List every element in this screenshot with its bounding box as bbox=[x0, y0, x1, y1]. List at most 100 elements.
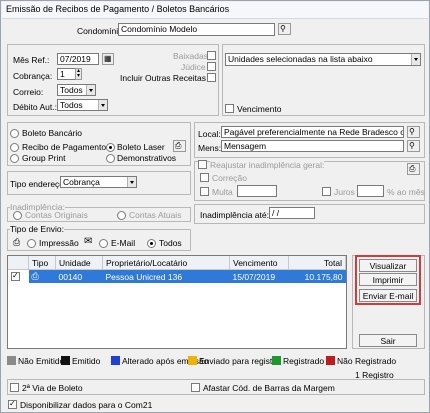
records-grid[interactable]: Tipo Unidade Proprietário/Locatário Venc… bbox=[7, 255, 347, 349]
printer-settings-icon[interactable]: ⎙ bbox=[173, 140, 186, 152]
judice-label: Júdice bbox=[181, 62, 206, 72]
calendar-button[interactable]: ▦ bbox=[102, 53, 114, 65]
disponibilizar-checkbox[interactable] bbox=[8, 399, 17, 409]
printer-settings-icon[interactable]: ⎙ bbox=[407, 163, 420, 175]
group-print-label: Group Print bbox=[22, 153, 66, 163]
segunda-via-label: 2ª Via de Boleto bbox=[22, 383, 83, 393]
unidades-value: Unidades selecionadas na lista abaixo bbox=[228, 54, 373, 64]
legend-label: Enviado para registro bbox=[199, 356, 280, 366]
multa-label: Multa bbox=[212, 187, 233, 197]
correio-value: Todos bbox=[60, 85, 83, 95]
sair-button[interactable]: Sair bbox=[359, 334, 417, 347]
mens-input[interactable]: Mensagem bbox=[221, 140, 404, 152]
total-cell: 10.175,80 bbox=[288, 269, 346, 283]
debito-value: Todos bbox=[60, 100, 83, 110]
inadimplencia-ate-input[interactable]: / / bbox=[269, 207, 315, 219]
endereco-value: Cobrança bbox=[63, 177, 100, 187]
group-print-radio[interactable] bbox=[10, 154, 19, 163]
todos-label: Todos bbox=[159, 238, 182, 248]
legend-swatch bbox=[61, 356, 70, 365]
recibo-pagamento-label: Recibo de Pagamento bbox=[22, 142, 107, 152]
afastar-checkbox[interactable] bbox=[191, 383, 200, 392]
multa-checkbox[interactable] bbox=[200, 187, 209, 196]
recibo-pagamento-radio[interactable] bbox=[10, 143, 19, 152]
endereco-select[interactable]: Cobrança bbox=[60, 176, 137, 188]
multa-input[interactable] bbox=[237, 185, 277, 197]
binoculars-icon[interactable]: ⚲ bbox=[278, 23, 291, 35]
incluir-outras-checkbox[interactable] bbox=[207, 73, 216, 82]
binoculars-icon[interactable]: ⚲ bbox=[407, 126, 420, 138]
endereco-label: Tipo endereço: bbox=[10, 179, 67, 189]
correio-select[interactable]: Todos bbox=[57, 84, 96, 96]
cobranca-spinner[interactable]: ▴ ▾ bbox=[75, 68, 82, 80]
legend-swatch bbox=[326, 356, 335, 365]
impressao-label: Impressão bbox=[39, 238, 79, 248]
unidade-cell: 00140 bbox=[55, 269, 103, 283]
legend-label: Não Emitido bbox=[18, 356, 65, 366]
contas-atuais-radio[interactable] bbox=[117, 211, 126, 220]
title-bar: Emissão de Recibos de Pagamento / Boleto… bbox=[2, 2, 428, 19]
condominio-field[interactable]: Condomínio Modelo bbox=[118, 23, 275, 36]
baixadas-label: Baixadas bbox=[173, 51, 208, 61]
table-row[interactable]: ⎙ 00140 Pessoa Unicred 136 15/07/2019 10… bbox=[8, 269, 346, 283]
legend-label: Emitido bbox=[72, 356, 101, 366]
baixadas-checkbox[interactable] bbox=[207, 51, 216, 60]
legend-label: Registrado bbox=[283, 356, 325, 366]
chevron-down-icon bbox=[86, 85, 95, 95]
imprimir-button[interactable]: Imprimir bbox=[359, 273, 417, 286]
legend-swatch bbox=[272, 356, 281, 365]
chevron-down-icon bbox=[98, 100, 107, 110]
column-header[interactable]: Tipo bbox=[28, 256, 56, 270]
emissao-window: Emissão de Recibos de Pagamento / Boleto… bbox=[0, 0, 430, 413]
row-checkbox-cell[interactable] bbox=[8, 269, 29, 283]
binoculars-icon[interactable]: ⚲ bbox=[407, 140, 420, 152]
column-header[interactable]: Unidade bbox=[55, 256, 103, 270]
correcao-label: Correção bbox=[212, 173, 247, 183]
demonstrativos-label: Demonstrativos bbox=[117, 153, 177, 163]
enviar-email-button[interactable]: Enviar E-mail bbox=[359, 289, 417, 302]
impressao-radio[interactable] bbox=[27, 239, 36, 248]
mes-ref-label: Mês Ref.: bbox=[13, 55, 50, 65]
todos-radio[interactable] bbox=[147, 239, 156, 248]
mail-icon: ✉ bbox=[84, 236, 93, 247]
reajustar-checkbox[interactable] bbox=[198, 160, 207, 169]
legend-swatch bbox=[111, 356, 120, 365]
correio-label: Correio: bbox=[13, 87, 44, 97]
email-radio[interactable] bbox=[99, 239, 108, 248]
juros-label: Juros bbox=[334, 187, 355, 197]
boleto-laser-radio[interactable] bbox=[106, 143, 115, 152]
printer-icon: ⎙ bbox=[13, 237, 21, 247]
juros-input[interactable] bbox=[357, 185, 384, 197]
chevron-down-icon bbox=[411, 54, 420, 65]
envio-title: Tipo de Envio: bbox=[10, 224, 65, 234]
select-column-header bbox=[8, 256, 29, 270]
column-header[interactable]: Vencimento bbox=[229, 256, 289, 270]
reajustar-label: Reajustar inadimplência geral: bbox=[210, 160, 325, 170]
row-checkbox[interactable] bbox=[11, 271, 20, 281]
vencimento-cell: 15/07/2019 bbox=[229, 269, 289, 283]
proprietario-cell: Pessoa Unicred 136 bbox=[102, 269, 230, 283]
incluir-outras-label: Incluir Outras Receitas bbox=[120, 73, 206, 83]
judice-checkbox[interactable] bbox=[207, 62, 216, 71]
segunda-via-checkbox[interactable] bbox=[10, 383, 19, 392]
local-label: Local: bbox=[198, 129, 221, 139]
contas-originais-radio[interactable] bbox=[13, 211, 22, 220]
vencimento-label: Vencimento bbox=[237, 104, 282, 114]
table-header: Tipo Unidade Proprietário/Locatário Venc… bbox=[8, 256, 346, 270]
records-table: Tipo Unidade Proprietário/Locatário Venc… bbox=[8, 256, 346, 283]
cobranca-input[interactable]: 1 bbox=[57, 68, 76, 80]
juros-checkbox[interactable] bbox=[322, 187, 331, 196]
correcao-checkbox[interactable] bbox=[200, 173, 209, 182]
local-input[interactable]: Pagável preferencialmente na Rede Brades… bbox=[221, 126, 404, 138]
unidades-select[interactable]: Unidades selecionadas na lista abaixo bbox=[225, 53, 421, 66]
window-title: Emissão de Recibos de Pagamento / Boleto… bbox=[6, 4, 230, 14]
afastar-label: Afastar Cód. de Barras da Margem bbox=[203, 383, 335, 393]
demonstrativos-radio[interactable] bbox=[106, 154, 115, 163]
column-header[interactable]: Total bbox=[288, 256, 346, 270]
boleto-bancario-radio[interactable] bbox=[10, 129, 19, 138]
column-header[interactable]: Proprietário/Locatário bbox=[102, 256, 230, 270]
visualizar-button[interactable]: Visualizar bbox=[359, 259, 417, 272]
vencimento-checkbox[interactable] bbox=[225, 104, 234, 113]
debito-select[interactable]: Todos bbox=[57, 99, 108, 111]
mes-ref-input[interactable]: 07/2019 bbox=[57, 53, 99, 65]
